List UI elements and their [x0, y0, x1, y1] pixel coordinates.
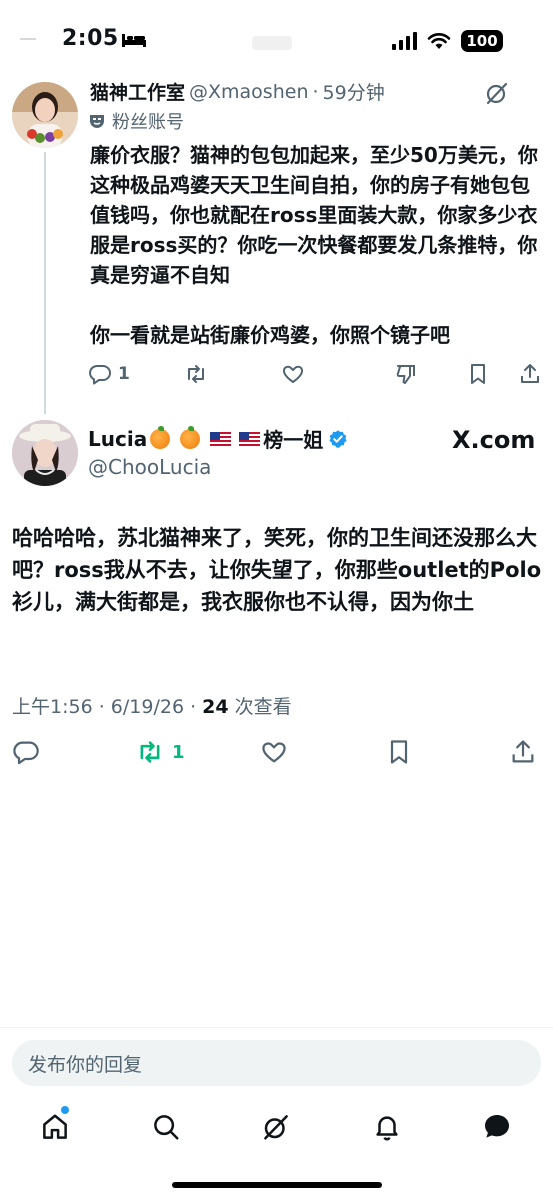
share-button[interactable]	[509, 738, 537, 766]
battery-indicator: 100	[461, 30, 503, 52]
cellular-signal-icon	[392, 32, 417, 50]
composer-divider	[0, 1027, 553, 1028]
tab-grok[interactable]	[259, 1110, 293, 1144]
share-icon	[521, 364, 539, 383]
retweet-icon	[140, 741, 160, 763]
retweet-count: 1	[172, 741, 185, 763]
avatar-image	[12, 82, 78, 148]
author-handle[interactable]: @ChooLucia	[88, 455, 211, 479]
x-com-watermark: X.com	[452, 426, 536, 454]
us-flag-emoji	[210, 431, 232, 446]
home-notification-dot	[61, 1106, 69, 1114]
view-label: 次查看	[228, 696, 292, 718]
mask-icon	[90, 115, 104, 128]
dislike-icon	[396, 365, 415, 384]
status-time: 2:05	[62, 26, 119, 51]
separator-dot: ·	[312, 80, 319, 103]
author-name-suffix: 榜一姐	[263, 428, 324, 452]
reply-tweet-header: 猫神工作室 @Xmaoshen · 59分钟	[90, 78, 385, 105]
tweet-paragraph: 你一看就是站街廉价鸡婆，你照个镜子吧	[90, 323, 450, 347]
status-indicators: 100	[392, 30, 503, 52]
orange-emoji	[150, 425, 171, 449]
bookmark-button[interactable]	[466, 362, 490, 386]
home-icon	[43, 1114, 67, 1139]
fan-account-label: 粉丝账号	[112, 112, 184, 133]
status-bar: 2:05 100	[0, 0, 553, 80]
avatar[interactable]	[12, 420, 78, 486]
faded-back-button	[20, 38, 36, 40]
thread-connector-line	[44, 152, 46, 414]
author-name[interactable]: 猫神工作室	[90, 78, 185, 105]
tweet-paragraph: 廉价衣服？猫神的包包加起来，至少50万美元，你这种极品鸡婆天天卫生间自拍，你的房…	[90, 143, 538, 287]
wifi-icon	[427, 33, 451, 49]
reply-input[interactable]: 发布你的回复	[12, 1040, 541, 1086]
tweet-datetime[interactable]: 上午1:56 · 6/19/26 ·	[12, 696, 202, 718]
retweet-button[interactable]: 1	[136, 738, 185, 766]
share-button[interactable]	[518, 362, 542, 386]
tab-notifications[interactable]	[370, 1110, 404, 1144]
view-count[interactable]: 24	[202, 696, 228, 718]
tab-search[interactable]	[149, 1110, 183, 1144]
main-tweet-text: 哈哈哈哈，苏北猫神来了，笑死，你的卫生间还没那么大吧？ross我从不去，让你失望…	[12, 526, 542, 614]
us-flag-emoji	[239, 431, 261, 446]
bookmark-button[interactable]	[385, 738, 413, 766]
orange-emoji	[180, 425, 201, 449]
reply-count: 1	[118, 364, 130, 384]
grok-icon[interactable]	[484, 80, 510, 106]
author-name: Lucia	[88, 426, 148, 451]
dislike-button[interactable]	[394, 362, 418, 386]
like-button[interactable]	[260, 738, 288, 766]
like-button[interactable]	[281, 362, 305, 386]
main-tweet-actions: 1	[12, 738, 542, 772]
reply-icon	[13, 741, 39, 765]
author-name-row[interactable]: Lucia 榜一姐	[88, 424, 348, 453]
search-icon	[154, 1115, 179, 1140]
bookmark-icon	[471, 364, 485, 384]
retweet-button[interactable]	[184, 362, 208, 386]
tweet-timestamp[interactable]: 59分钟	[323, 78, 385, 105]
reply-tweet-text: 廉价衣服？猫神的包包加起来，至少50万美元，你这种极品鸡婆天天卫生间自拍，你的房…	[90, 140, 542, 350]
avatar-image	[12, 420, 78, 486]
faded-header-title	[252, 36, 292, 50]
reply-button[interactable]	[12, 738, 40, 766]
bookmark-icon	[390, 740, 408, 764]
verified-badge-icon	[329, 429, 347, 448]
messages-icon	[485, 1115, 509, 1138]
author-handle[interactable]: @Xmaoshen	[189, 81, 308, 103]
avatar[interactable]	[12, 82, 78, 148]
share-icon	[512, 740, 534, 763]
grok-icon	[264, 1115, 288, 1140]
notifications-icon	[376, 1116, 398, 1141]
heart-icon	[282, 365, 304, 383]
fan-account-tag: 粉丝账号	[88, 108, 184, 134]
sleep-focus-icon	[122, 34, 146, 47]
reply-button[interactable]: 1	[88, 362, 130, 386]
tab-home[interactable]	[38, 1110, 72, 1144]
tab-messages[interactable]	[480, 1110, 514, 1144]
reply-icon	[89, 365, 111, 385]
reply-tweet-actions: 1	[88, 362, 543, 392]
home-indicator	[172, 1182, 382, 1188]
bottom-tab-bar	[0, 1100, 553, 1156]
retweet-icon	[188, 365, 204, 383]
heart-icon	[262, 742, 286, 763]
tweet-metadata: 上午1:56 · 6/19/26 · 24 次查看	[12, 692, 292, 719]
